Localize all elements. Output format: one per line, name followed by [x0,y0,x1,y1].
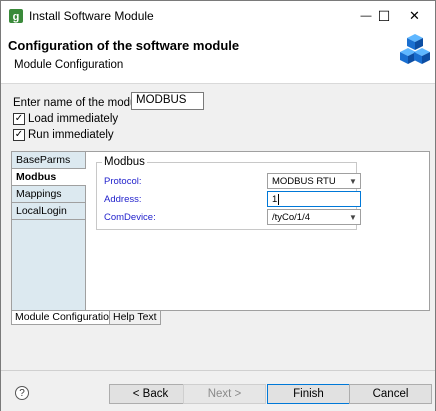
wizard-header: Configuration of the software module Mod… [1,31,435,83]
page-title: Configuration of the software module [8,38,240,53]
modbus-group-title: Modbus [102,156,147,168]
protocol-label: Protocol: [104,176,142,187]
comdevice-select[interactable]: /tyCo/1/4 ▼ [267,209,361,225]
window-title: Install Software Module [29,9,154,23]
close-icon: ✕ [409,8,420,23]
protocol-value: MODBUS RTU [272,176,336,187]
maximize-icon: ☐ [377,7,391,24]
tab-help-text[interactable]: Help Text [109,311,161,325]
page-subtitle: Module Configuration [14,59,124,71]
tab-baseparms[interactable]: BaseParms [12,152,85,169]
run-immediately-label: Run immediately [28,129,114,141]
vertical-tab-list: BaseParms Modbus Mappings LocalLogin [12,152,86,310]
configuration-panel: BaseParms Modbus Mappings LocalLogin Mod… [11,151,430,311]
module-name-label: Enter name of the module: [13,97,149,109]
tab-modbus[interactable]: Modbus [12,169,86,186]
app-icon: g [9,9,23,23]
protocol-select[interactable]: MODBUS RTU ▼ [267,173,361,189]
wizard-content: Enter name of the module: MODBUS ✓ Load … [1,84,435,370]
address-input[interactable]: 1 [267,191,361,207]
help-icon[interactable]: ? [15,386,29,400]
tab-locallogin[interactable]: LocalLogin [12,203,85,220]
address-label: Address: [104,194,142,205]
load-immediately-label: Load immediately [28,113,119,125]
comdevice-label: ComDevice: [104,212,156,223]
comdevice-value: /tyCo/1/4 [272,212,311,223]
load-immediately-checkbox[interactable]: ✓ Load immediately [13,113,118,125]
close-button[interactable]: ✕ [394,1,435,31]
install-software-module-window: g Install Software Module — ☐ ✕ Configur… [0,0,436,411]
svg-text:g: g [13,11,20,23]
load-immediately-check[interactable]: ✓ [13,113,25,125]
help-glyph: ? [19,387,25,399]
module-name-input[interactable]: MODBUS [131,92,204,110]
chevron-down-icon[interactable]: ▼ [346,210,360,224]
back-button[interactable]: < Back [109,384,192,404]
next-button[interactable]: Next > [183,384,266,404]
tab-module-configuration[interactable]: Module Configuration [11,311,119,325]
wizard-footer: ? < Back Next > Finish Cancel [1,371,435,411]
cubes-icon [400,34,430,64]
finish-button[interactable]: Finish [267,384,350,404]
run-immediately-checkbox[interactable]: ✓ Run immediately [13,129,114,141]
address-value: 1 [272,194,278,205]
title-bar[interactable]: g Install Software Module — ☐ ✕ [1,1,435,31]
cancel-button[interactable]: Cancel [349,384,432,404]
tab-mappings[interactable]: Mappings [12,186,85,203]
run-immediately-check[interactable]: ✓ [13,129,25,141]
chevron-down-icon[interactable]: ▼ [346,174,360,188]
